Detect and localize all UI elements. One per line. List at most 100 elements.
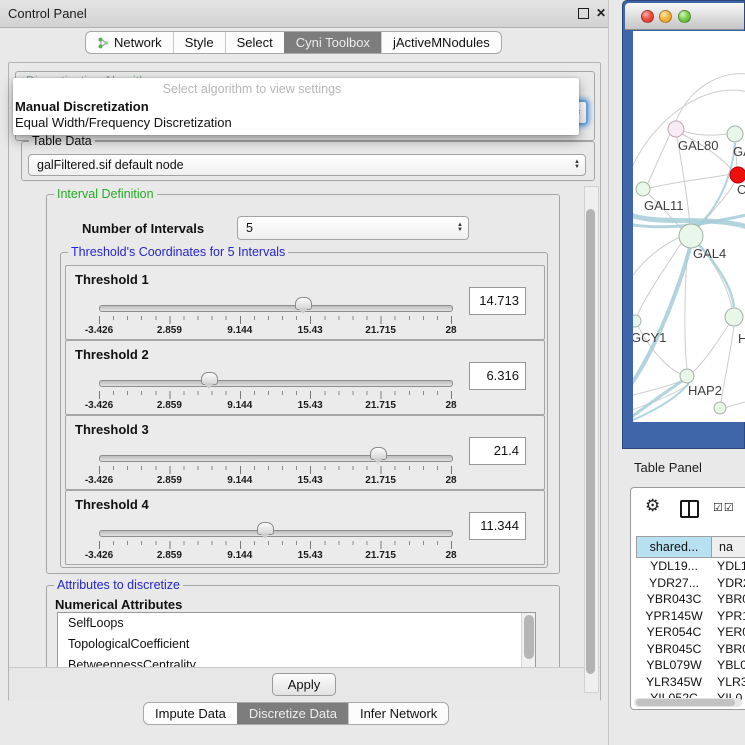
slider-track[interactable]	[99, 530, 453, 537]
slider-thumb[interactable]	[295, 297, 312, 310]
network-node-ga[interactable]	[727, 126, 743, 142]
mac-close-button[interactable]	[641, 10, 654, 23]
network-node-ha[interactable]	[725, 308, 743, 326]
table-row[interactable]: YPR145W YPR1	[631, 609, 745, 626]
table-cell[interactable]: YER0	[717, 625, 745, 639]
network-edge[interactable]	[633, 383, 689, 420]
table-cell[interactable]: YBL0	[717, 658, 745, 672]
table-cell[interactable]: YDL19...	[636, 559, 712, 573]
float-window-icon[interactable]	[578, 8, 589, 19]
table-cell[interactable]: YBR0	[717, 642, 745, 656]
network-edge[interactable]	[721, 326, 734, 402]
table-cell[interactable]: YDR2	[717, 576, 745, 590]
attribute-item-selfloops[interactable]: SelfLoops	[58, 613, 535, 634]
network-node-gal80[interactable]	[668, 121, 684, 137]
split-table-icon[interactable]	[680, 500, 699, 518]
network-canvas[interactable]: GAL80GACGAL11GAL4GCY1HAHAP2	[633, 31, 745, 422]
slider-track[interactable]	[99, 455, 453, 462]
network-node-c[interactable]	[730, 167, 745, 183]
threshold-value-field[interactable]: 6.316	[469, 362, 526, 390]
network-edge[interactable]	[676, 74, 745, 121]
table-data-combobox[interactable]: galFiltered.sif default node ▲ ▼	[28, 154, 586, 176]
network-edge[interactable]	[650, 174, 731, 188]
network-node-gcy1[interactable]	[633, 315, 641, 327]
table-row[interactable]: YDL19... YDL1	[631, 559, 745, 576]
table-horizontal-scrollbar[interactable]	[634, 698, 742, 707]
network-edge[interactable]	[683, 131, 728, 135]
table-cell[interactable]: YBR043C	[636, 592, 712, 606]
table-cell[interactable]: YER054C	[636, 625, 712, 639]
network-edge[interactable]	[648, 134, 670, 183]
node-label: GAL4	[693, 246, 726, 261]
table-cell[interactable]: YDL1	[717, 559, 745, 573]
table-cell[interactable]: YPR1	[717, 609, 745, 623]
table-cell[interactable]: YBR045C	[636, 642, 712, 656]
attribute-item-topologicalcoefficient[interactable]: TopologicalCoefficient	[58, 634, 535, 655]
tab-network[interactable]: Network	[86, 32, 173, 53]
slider-thumb[interactable]	[370, 447, 387, 460]
apply-button[interactable]: Apply	[272, 673, 336, 696]
tab-cyni-toolbox[interactable]: Cyni Toolbox	[284, 32, 381, 53]
threshold-value-field[interactable]: 11.344	[469, 512, 526, 540]
axis-tick-label: 21.715	[365, 475, 396, 486]
network-edge[interactable]	[637, 242, 682, 316]
slider-thumb[interactable]	[257, 522, 274, 535]
stepper-down-icon[interactable]: ▼	[457, 228, 463, 233]
table-row[interactable]: YBR045C YBR0	[631, 642, 745, 659]
table-row[interactable]: YBR043C YBR0	[631, 592, 745, 609]
column-header-shared-name[interactable]: shared...	[636, 536, 712, 558]
table-cell[interactable]: YBL079W	[636, 658, 712, 672]
close-icon[interactable]: ✕	[596, 6, 606, 20]
column-header-name[interactable]: na	[711, 536, 745, 558]
table-cell[interactable]: YPR145W	[636, 609, 712, 623]
mac-zoom-button[interactable]	[678, 10, 691, 23]
table-row[interactable]: YDR27... YDR2	[631, 576, 745, 593]
threshold-value-field[interactable]: 14.713	[469, 287, 526, 315]
table-row[interactable]: YBL079W YBL0	[631, 658, 745, 675]
scrollbar-thumb[interactable]	[636, 699, 735, 706]
network-edge[interactable]	[633, 237, 680, 281]
network-node[interactable]	[714, 402, 726, 414]
network-edge[interactable]	[633, 248, 690, 387]
tab-style[interactable]: Style	[173, 32, 225, 53]
tab-impute-data[interactable]: Impute Data	[144, 703, 237, 724]
slider-track[interactable]	[99, 380, 453, 387]
slider-track[interactable]	[99, 305, 453, 312]
scrollbar-thumb[interactable]	[586, 209, 595, 674]
tab-discretize-data[interactable]: Discretize Data	[237, 703, 348, 724]
dropdown-option-manual-discretization[interactable]: Manual Discretization	[15, 99, 149, 114]
thresholds-group: Threshold's Coordinates for 5 Intervals …	[60, 252, 548, 568]
tab-select[interactable]: Select	[225, 32, 284, 53]
checkbox-icons[interactable]: ☑☑	[713, 501, 735, 514]
network-window-titlebar[interactable]	[625, 3, 744, 30]
network-graph[interactable]: GAL80GACGAL11GAL4GCY1HAHAP2	[633, 31, 745, 422]
network-node-gal4[interactable]	[679, 224, 703, 248]
dropdown-option-equal-width-frequency-discretization[interactable]: Equal Width/Frequency Discretization	[15, 115, 232, 130]
combo-value: 5	[238, 221, 452, 235]
table-row[interactable]: YER054C YER0	[631, 625, 745, 642]
network-edge[interactable]	[633, 379, 685, 419]
mac-minimize-button[interactable]	[659, 10, 672, 23]
threshold-value-field[interactable]: 21.4	[469, 437, 526, 465]
stepper-arrows-icon[interactable]: ▲ ▼	[569, 160, 585, 170]
slider-thumb[interactable]	[201, 372, 218, 385]
table-cell[interactable]: YBR0	[717, 592, 745, 606]
table-cell[interactable]: YLR3	[717, 675, 745, 689]
network-edge[interactable]	[693, 324, 729, 372]
top-tab-bar: NetworkStyleSelectCyni ToolboxjActiveMNo…	[85, 31, 502, 54]
scrollbar-thumb[interactable]	[524, 615, 534, 659]
panel-vertical-scrollbar[interactable]	[584, 186, 599, 693]
table-cell[interactable]: YLR345W	[636, 675, 712, 689]
table-cell[interactable]: YDR27...	[636, 576, 712, 590]
tab-infer-network[interactable]: Infer Network	[348, 703, 448, 724]
network-node-hap2[interactable]	[680, 369, 694, 383]
number-of-intervals-combobox[interactable]: 5 ▲ ▼	[237, 216, 469, 240]
table-row[interactable]: YLR345W YLR3	[631, 675, 745, 692]
axis-tick-label: 28	[445, 475, 456, 486]
tab-jactivemnodules[interactable]: jActiveMNodules	[381, 32, 501, 53]
stepper-arrows-icon[interactable]: ▲ ▼	[452, 223, 468, 233]
stepper-down-icon[interactable]: ▼	[574, 165, 580, 170]
network-node-gal11[interactable]	[636, 182, 650, 196]
gear-icon[interactable]: ⚙	[645, 496, 660, 516]
network-edge[interactable]	[696, 143, 735, 228]
